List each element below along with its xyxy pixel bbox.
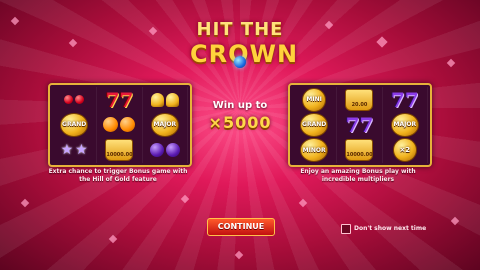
mini-coin-cell: MINI bbox=[292, 87, 338, 113]
grand-coin-cell: GRAND bbox=[52, 112, 98, 138]
cherry-icon bbox=[64, 95, 74, 105]
bell-icon bbox=[165, 92, 179, 107]
major-coin-label: MAJOR bbox=[393, 121, 417, 129]
plum-icon bbox=[149, 143, 164, 158]
major-coin-icon: MAJOR bbox=[150, 112, 179, 137]
multiplier-label: ×2 bbox=[399, 146, 411, 155]
crown-icon: 20.00 bbox=[345, 88, 374, 111]
blue-gem-icon bbox=[234, 56, 246, 68]
top-crown-cell: 20.00 bbox=[337, 87, 383, 113]
top-crown-value: 20.00 bbox=[351, 101, 368, 108]
major-coin-label: MAJOR bbox=[153, 121, 177, 129]
grand-coin-icon: GRAND bbox=[60, 112, 89, 137]
cherry-icon bbox=[75, 95, 85, 105]
crown-value: 10000.00 bbox=[346, 152, 373, 159]
star-icon: ★ bbox=[60, 142, 74, 159]
win-up-to-label: Win up to bbox=[212, 100, 268, 111]
cherry-symbol bbox=[52, 87, 98, 113]
seven-symbol: 77 bbox=[97, 87, 143, 113]
right-feature-description: Enjoy an amazing Bonus play with incredi… bbox=[300, 168, 416, 183]
left-feature-panel: 77 GRAND MAJOR ★ ★ 10000.00 bbox=[48, 83, 192, 167]
multiplier-coin-cell: ×2 bbox=[383, 137, 428, 163]
continue-button[interactable]: CONTINUE bbox=[207, 218, 275, 236]
crown-icon: 10000.00 bbox=[105, 139, 134, 162]
dont-show-label[interactable]: Don't show next time bbox=[354, 224, 426, 233]
orange-icon bbox=[103, 117, 119, 133]
crown-symbol-cell: 10000.00 bbox=[97, 137, 143, 163]
right-feature-panel: MINI 20.00 77 GRAND 77 MAJOR MINOR 10000… bbox=[288, 83, 432, 167]
purple-seven-symbol: 77 bbox=[383, 87, 428, 113]
minor-coin-label: MINOR bbox=[302, 146, 326, 154]
dont-show-checkbox[interactable] bbox=[341, 224, 351, 234]
crown-symbol-cell: 10000.00 bbox=[337, 137, 383, 163]
game-logo: HIT THE CROWN bbox=[190, 19, 297, 76]
major-coin-cell: MAJOR bbox=[383, 112, 428, 138]
red-seven-icon: 77 bbox=[105, 87, 134, 112]
bell-symbol bbox=[143, 87, 188, 113]
orange-symbol bbox=[97, 112, 143, 138]
plum-icon bbox=[165, 143, 180, 158]
grand-coin-icon: GRAND bbox=[300, 112, 329, 137]
purple-seven-icon: 77 bbox=[390, 87, 419, 112]
logo-line-1: HIT THE bbox=[196, 19, 284, 40]
win-multiplier-amount: ×5000 bbox=[208, 113, 272, 132]
multiplier-coin-icon: ×2 bbox=[392, 138, 417, 163]
purple-seven-symbol: 77 bbox=[337, 112, 383, 138]
minor-coin-icon: MINOR bbox=[300, 138, 329, 163]
star-symbol: ★ ★ bbox=[52, 137, 98, 163]
bell-icon bbox=[150, 92, 164, 107]
mini-coin-label: MINI bbox=[306, 96, 322, 104]
left-feature-description: Extra chance to trigger Bonus game with … bbox=[48, 168, 188, 183]
crown-value: 10000.00 bbox=[106, 152, 133, 159]
purple-seven-icon: 77 bbox=[345, 112, 374, 137]
star-icon: ★ bbox=[75, 142, 88, 159]
major-coin-icon: MAJOR bbox=[390, 112, 419, 137]
orange-icon bbox=[120, 117, 136, 133]
grand-coin-label: GRAND bbox=[302, 121, 327, 129]
mini-coin-icon: MINI bbox=[302, 87, 327, 112]
grand-coin-label: GRAND bbox=[62, 121, 87, 129]
plum-symbol bbox=[143, 137, 188, 163]
major-coin-cell: MAJOR bbox=[143, 112, 188, 138]
minor-coin-cell: MINOR bbox=[292, 137, 338, 163]
grand-coin-cell: GRAND bbox=[292, 112, 338, 138]
crown-icon: 10000.00 bbox=[345, 139, 374, 162]
